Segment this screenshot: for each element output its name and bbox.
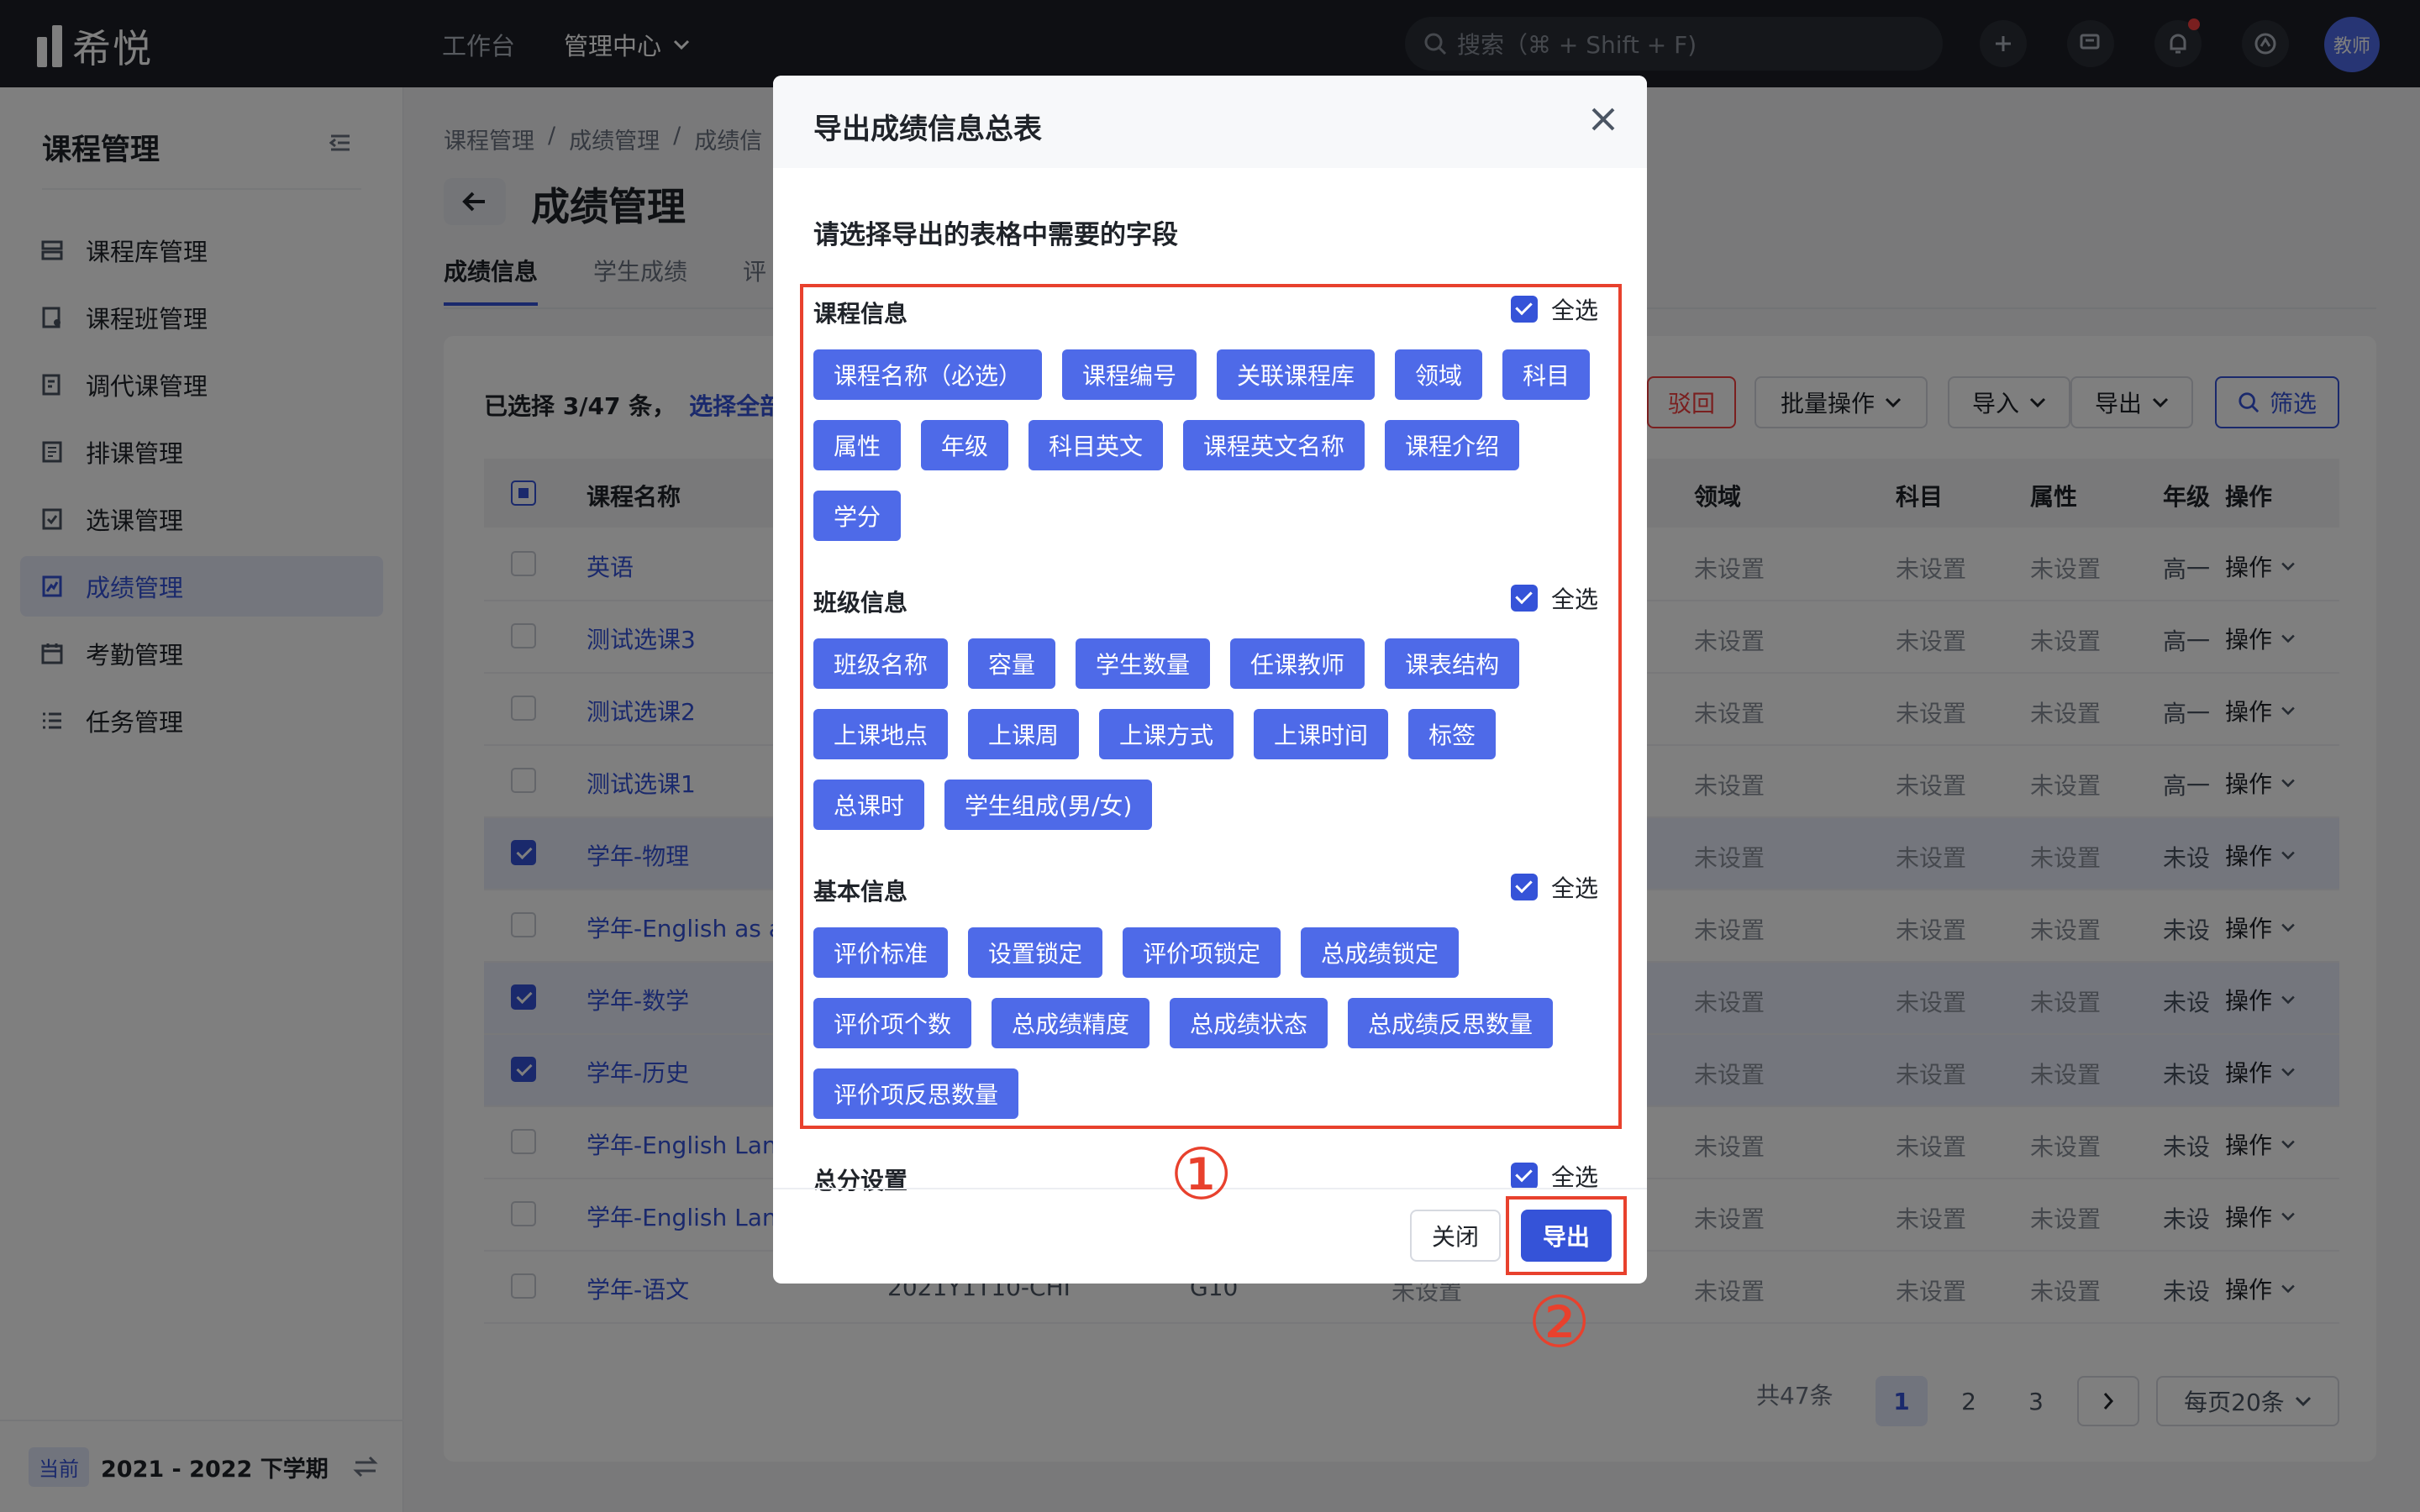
export-modal: 导出成绩信息总表 请选择导出的表格中需要的字段 课程信息 全选 课程名称（必选）… xyxy=(773,76,1647,1284)
close-icon[interactable] xyxy=(1590,106,1617,133)
highlight-box-fields xyxy=(800,284,1622,1129)
checkbox-checked xyxy=(1510,1163,1538,1189)
section-total-settings-title: 总分设置 xyxy=(813,1167,908,1194)
close-button[interactable]: 关闭 xyxy=(1410,1210,1501,1262)
step-1-annotation: ① xyxy=(1170,1133,1234,1215)
step-2-annotation: ② xyxy=(1528,1281,1591,1363)
highlight-box-export xyxy=(1506,1196,1627,1275)
modal-header: 导出成绩信息总表 xyxy=(773,76,1647,168)
modal-subtitle: 请选择导出的表格中需要的字段 xyxy=(813,220,1178,250)
modal-title: 导出成绩信息总表 xyxy=(813,113,1042,146)
